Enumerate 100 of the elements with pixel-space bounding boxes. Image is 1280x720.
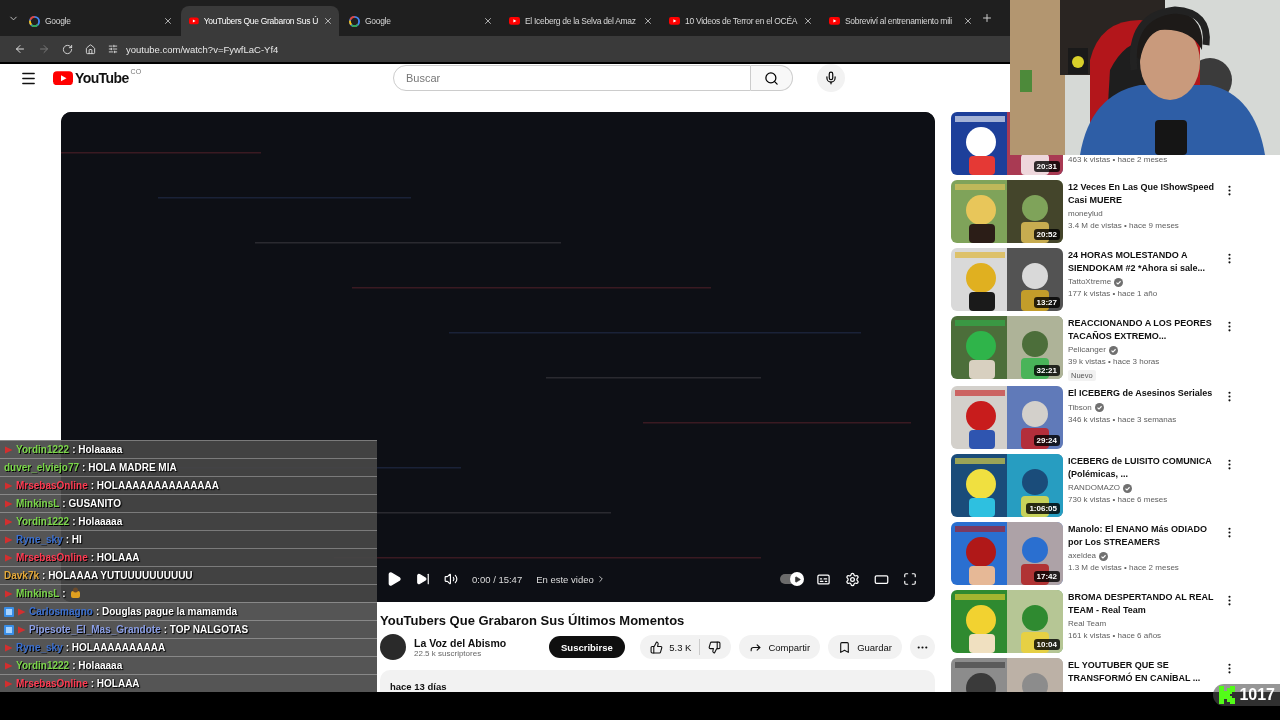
home-icon[interactable] <box>85 43 96 55</box>
bookmark-icon <box>838 640 852 654</box>
chat-text: : HI <box>65 534 82 545</box>
video-stats: 3.4 M de vistas • hace 9 meses <box>1068 220 1180 232</box>
close-icon[interactable] <box>483 16 493 26</box>
close-icon[interactable] <box>803 16 813 26</box>
youtube-logo-icon <box>53 70 73 86</box>
settings-icon[interactable] <box>845 571 860 587</box>
subscriber-count: 22.5 k suscriptores <box>414 648 483 658</box>
upload-date: hace 13 días <box>390 681 447 692</box>
chat-text: : Douglas pague la mamamda <box>95 606 238 617</box>
logo-text[interactable]: YouTube <box>75 70 129 86</box>
video-title: YouTubers Que Grabaron Sus Últimos Momentos <box>380 613 686 628</box>
chat-username: MrsebasOnline <box>16 678 88 689</box>
video-title[interactable]: BROMA DESPERTANDO AL REAL TEAM - Real Team <box>1068 591 1218 616</box>
more-actions-button[interactable] <box>910 635 935 659</box>
back-icon[interactable] <box>14 43 26 55</box>
chat-text: : <box>62 588 66 599</box>
channel-name[interactable]: Pelicanger <box>1068 344 1106 356</box>
channel-name[interactable]: moneylud <box>1068 208 1103 220</box>
duration-badge: 20:52 <box>1033 229 1060 240</box>
browser-tab[interactable]: 10 Videos de Terror en el OCÉA <box>661 6 819 36</box>
time-display: 0:00 / 15:47 <box>472 573 523 585</box>
chat-username: Pipesote_El_Mas_Grandote <box>29 624 161 635</box>
captions-icon[interactable] <box>816 571 831 587</box>
video-title[interactable]: EL YOUTUBER QUE SE TRANSFORMÓ EN CANÍBAL ... <box>1068 659 1218 684</box>
video-title[interactable]: 24 HORAS MOLESTANDO A SIENDOKAM #2 *Ahora si sale... <box>1068 249 1218 274</box>
duration-badge: 20:31 <box>1033 161 1060 172</box>
chat-username: Ryne_sky <box>16 642 63 653</box>
duration-badge: 29:24 <box>1033 435 1060 446</box>
chat-text: : Holaaaaa <box>72 516 123 527</box>
duration-badge: 32:21 <box>1033 365 1060 376</box>
save-button[interactable]: Guardar <box>828 635 902 659</box>
video-stats: 730 k vistas • hace 6 meses <box>1068 494 1169 506</box>
reload-icon[interactable] <box>62 43 73 55</box>
duration-badge: 17:42 <box>1033 571 1060 582</box>
like-button[interactable]: 5.3 K <box>640 635 732 659</box>
thumbs-down-icon[interactable] <box>708 640 722 654</box>
youtube-icon <box>829 17 840 25</box>
video-title[interactable]: ICEBERG de LUISITO COMUNICA (Polémicas, ... <box>1068 455 1218 480</box>
chapters-link[interactable]: En este video <box>536 573 606 585</box>
channel-name[interactable]: axeldea <box>1068 550 1097 562</box>
browser-tab[interactable]: Google <box>341 6 499 36</box>
duration-badge: 10:04 <box>1033 639 1060 650</box>
channel-name[interactable]: RANDOMAZO <box>1068 482 1120 494</box>
emote-icon <box>68 587 82 600</box>
channel-avatar[interactable] <box>380 634 406 660</box>
close-icon[interactable] <box>323 16 333 26</box>
chat-text: : GUSANITO <box>62 498 122 509</box>
chat-text: : HOLAAAAAAAAAAAAAA <box>90 480 220 491</box>
video-stats: 161 k vistas • hace 6 años <box>1068 630 1163 642</box>
search-button[interactable] <box>751 65 793 91</box>
play-icon[interactable] <box>386 571 402 587</box>
browser-tab[interactable]: Sobreviví al entrenamiento mili <box>821 6 979 36</box>
duration-badge: 13:27 <box>1033 297 1060 308</box>
chat-username: Yordin1222 <box>16 660 70 671</box>
google-icon <box>349 15 360 27</box>
subscribe-button[interactable]: Suscribirse <box>549 636 625 658</box>
close-icon[interactable] <box>643 16 653 26</box>
video-title[interactable]: El ICEBERG de Asesinos Seriales <box>1068 387 1218 400</box>
video-title[interactable]: REACCIONANDO A LOS PEORES TACAÑOS EXTREMO... <box>1068 317 1218 342</box>
site-info-icon[interactable] <box>108 44 118 54</box>
chat-text: : HOLAAA <box>90 552 140 563</box>
chat-text: : Holaaaaa <box>72 660 123 671</box>
youtube-icon <box>189 17 199 25</box>
channel-name[interactable]: La Voz del Abismo <box>414 636 549 649</box>
chat-text: : HOLA MADRE MIA <box>82 462 177 473</box>
video-stats: 463 k vistas • hace 2 meses <box>1068 154 1169 166</box>
search-field[interactable]: Buscar <box>393 65 751 91</box>
next-icon[interactable] <box>416 572 430 586</box>
channel-name[interactable]: Real Team <box>1068 618 1107 630</box>
browser-tab[interactable]: Google <box>21 6 179 36</box>
chat-username: Ryne_sky <box>16 534 63 545</box>
video-stats: 39 k vistas • hace 3 horas <box>1068 356 1161 368</box>
autoplay-toggle[interactable] <box>780 574 802 584</box>
channel-name[interactable]: Tibson <box>1068 401 1092 414</box>
close-icon[interactable] <box>963 16 973 26</box>
youtube-icon <box>509 17 520 25</box>
voice-search-button[interactable] <box>817 64 845 92</box>
duration-badge: 1:06:05 <box>1026 503 1060 514</box>
mic-icon <box>824 71 838 85</box>
channel-name[interactable]: TattoXtreme <box>1068 276 1112 288</box>
video-stats: 177 k vistas • hace 1 año <box>1068 288 1159 300</box>
chat-username: MinkinsL <box>16 498 60 509</box>
video-title[interactable]: 12 Veces En Las Que IShowSpeed Casi MUERE <box>1068 181 1218 206</box>
volume-icon[interactable] <box>444 572 458 586</box>
share-button[interactable]: Compartir <box>739 635 821 659</box>
fullscreen-icon[interactable] <box>903 572 917 586</box>
video-stats: 346 k vistas • hace 3 semanas <box>1068 413 1178 426</box>
viewer-count: 1017 <box>1239 686 1275 704</box>
chat-text: : HOLAAA <box>90 678 140 689</box>
chat-text: : TOP NALGOTAS <box>163 624 249 635</box>
browser-tab[interactable]: El Iceberg de la Selva del Amaz <box>501 6 659 36</box>
video-title[interactable]: Manolo: El ENANO Más ODIADO por Los STREAMERS <box>1068 523 1218 548</box>
chat-username: Carlosmagno <box>29 606 93 617</box>
address-text[interactable]: youtube.com/watch?v=FywfLaC-Yf4 <box>126 43 279 55</box>
browser-tab[interactable]: YouTubers Que Grabaron Sus Ú <box>181 6 339 36</box>
k-logo-icon <box>1219 686 1236 704</box>
close-icon[interactable] <box>163 16 173 26</box>
new-tab-icon[interactable] <box>981 12 993 24</box>
